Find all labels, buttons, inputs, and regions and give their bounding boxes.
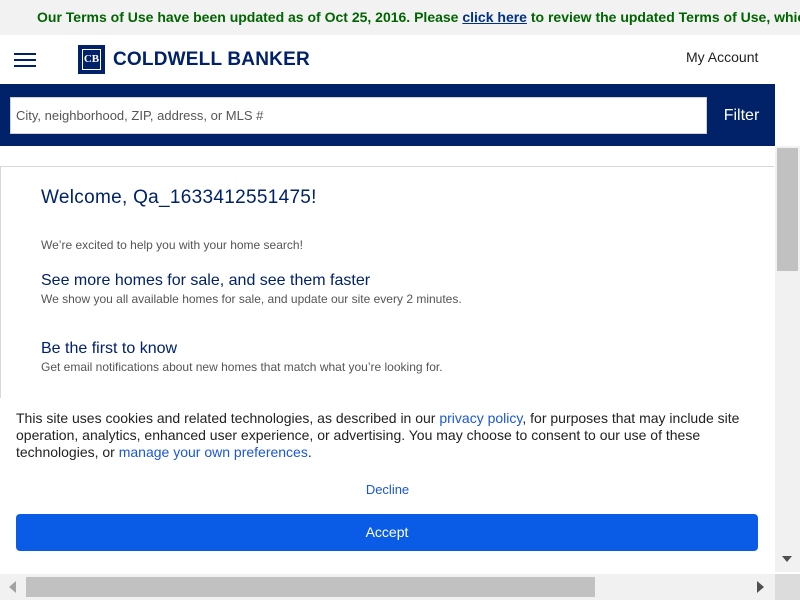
- feature-description: Get email notifications about new homes …: [41, 360, 443, 374]
- cb-logo-mark-icon: CB: [78, 45, 105, 74]
- feature-description: We show you all available homes for sale…: [41, 292, 462, 306]
- terms-review-link[interactable]: click here: [462, 9, 527, 25]
- scrollbar-corner: [775, 574, 800, 600]
- accept-button[interactable]: Accept: [16, 514, 758, 551]
- scroll-left-arrow-icon[interactable]: [9, 581, 16, 593]
- logo-wordmark: COLDWELL BANKER: [113, 48, 310, 70]
- location-search-input[interactable]: [10, 97, 707, 134]
- hamburger-menu-icon[interactable]: [14, 51, 36, 69]
- welcome-intro: We’re excited to help you with your home…: [41, 238, 303, 252]
- cookie-consent-banner: This site uses cookies and related techn…: [0, 398, 775, 572]
- filter-button[interactable]: Filter: [710, 97, 773, 134]
- site-header: CB COLDWELL BANKER My Account: [0, 35, 775, 84]
- my-account-link[interactable]: My Account: [686, 49, 758, 65]
- terms-banner-text: Our Terms of Use have been updated as of…: [37, 9, 800, 25]
- terms-banner: Our Terms of Use have been updated as of…: [0, 0, 800, 35]
- manage-preferences-link[interactable]: manage your own preferences: [119, 444, 308, 460]
- cookie-text-part: .: [307, 444, 312, 460]
- search-bar: Filter: [0, 84, 775, 146]
- privacy-policy-link[interactable]: privacy policy: [439, 410, 522, 426]
- terms-text-before: Our Terms of Use have been updated as of…: [37, 9, 463, 25]
- feature-title: See more homes for sale, and see them fa…: [41, 272, 371, 289]
- vertical-scrollbar-thumb[interactable]: [777, 148, 798, 271]
- terms-text-after: to review the updated Terms of Use, whic…: [530, 9, 800, 25]
- cookie-message: This site uses cookies and related techn…: [16, 410, 756, 461]
- horizontal-scrollbar[interactable]: [0, 574, 775, 600]
- welcome-heading: Welcome, Qa_1633412551475!: [41, 187, 317, 208]
- scroll-right-arrow-icon[interactable]: [757, 581, 764, 593]
- horizontal-scrollbar-thumb[interactable]: [26, 577, 595, 597]
- scroll-down-arrow-icon[interactable]: [782, 556, 792, 562]
- vertical-scrollbar[interactable]: [775, 146, 800, 572]
- coldwell-banker-logo[interactable]: CB COLDWELL BANKER: [78, 44, 310, 75]
- cookie-text-part: This site uses cookies and related techn…: [16, 410, 440, 426]
- decline-button[interactable]: Decline: [0, 482, 775, 497]
- feature-title: Be the first to know: [41, 340, 178, 357]
